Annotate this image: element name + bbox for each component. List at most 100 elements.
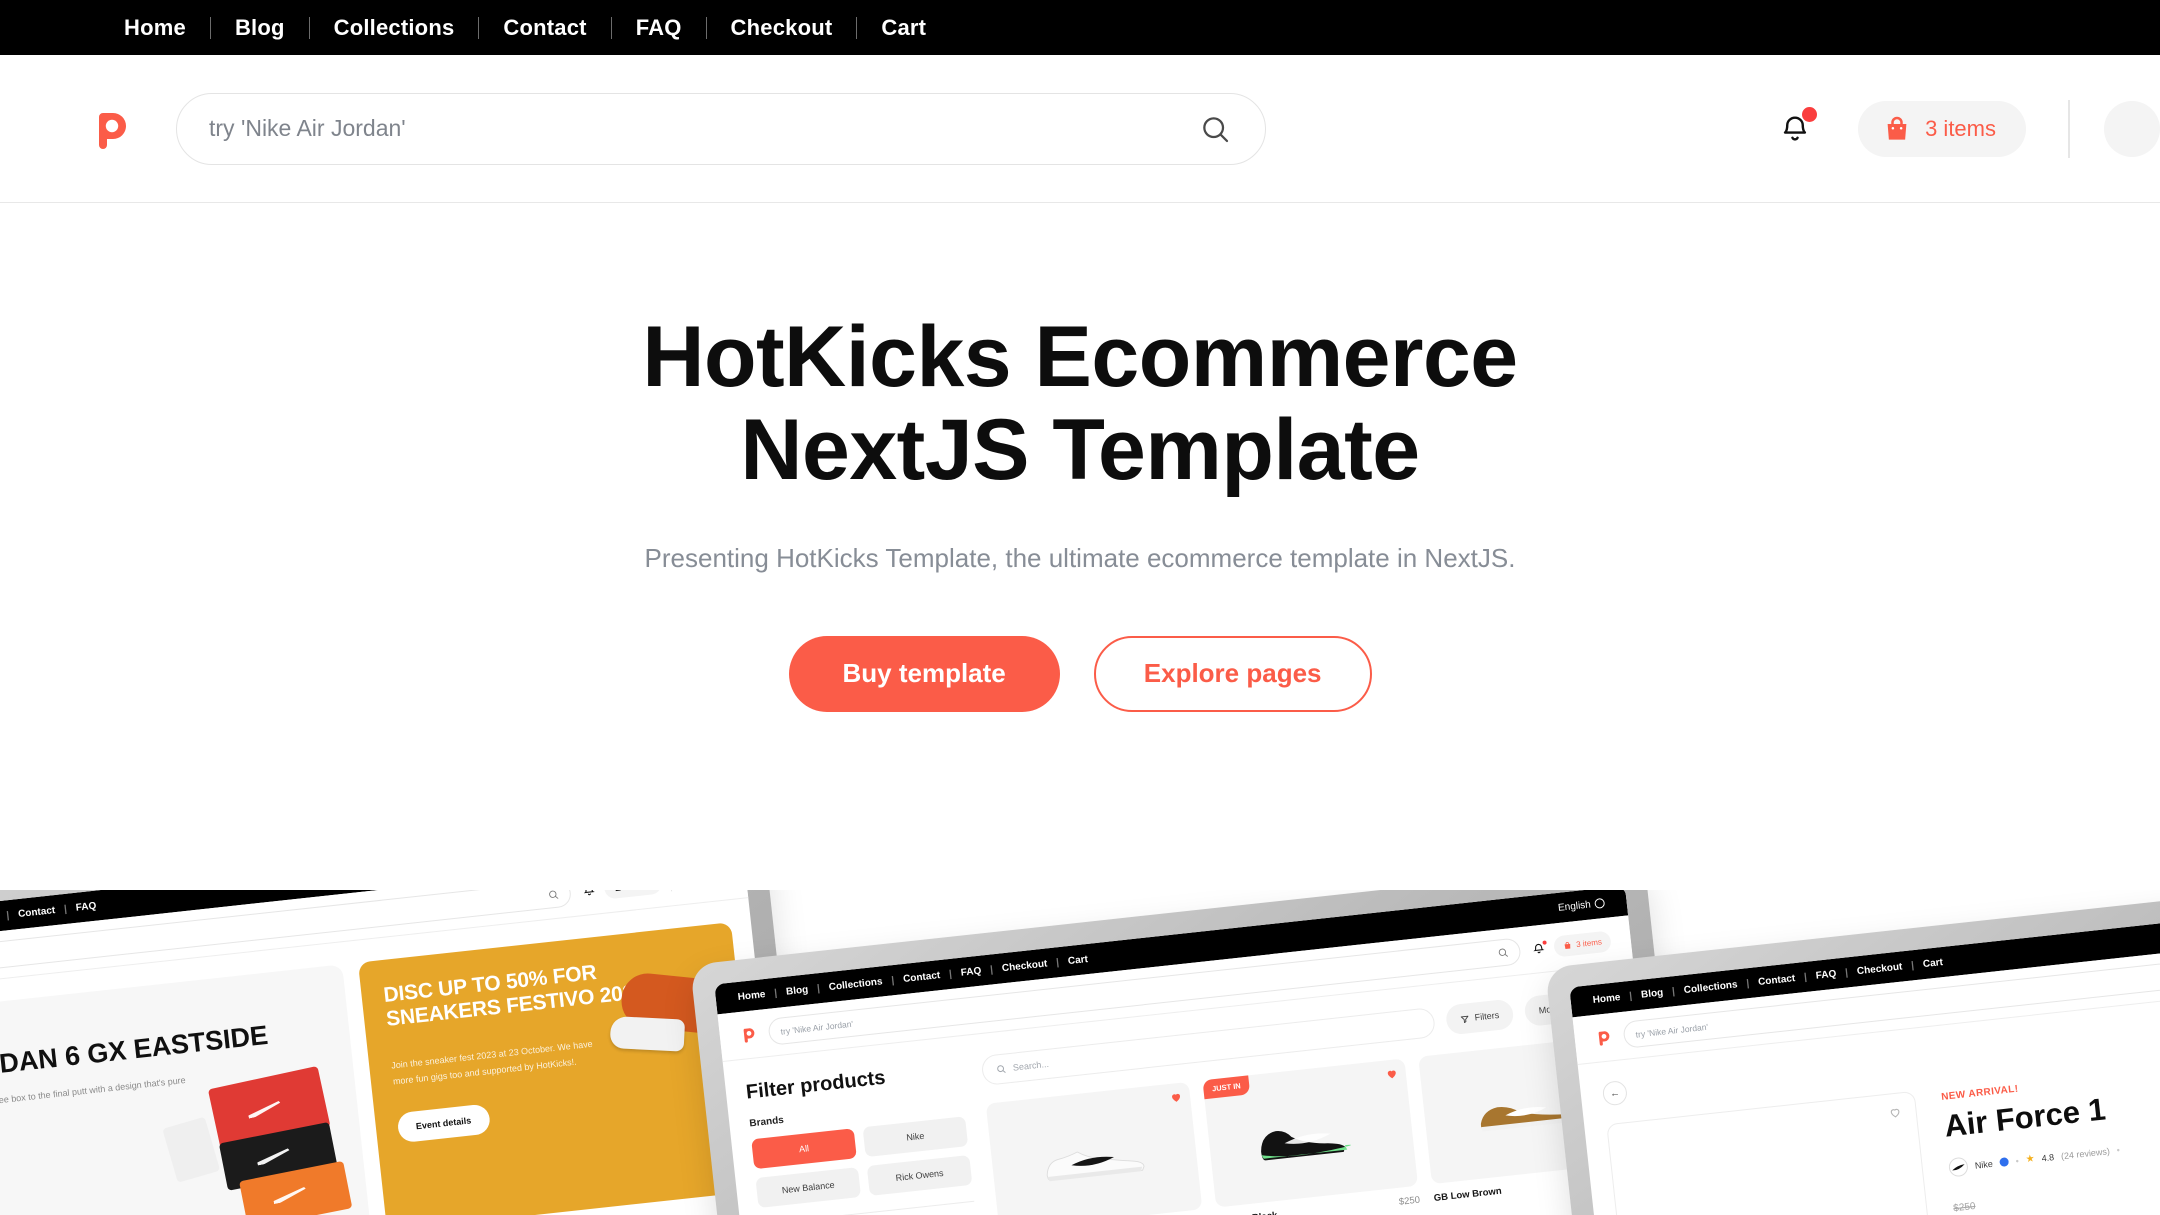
preview2-brand-chips: All Nike New Balance Rick Owens (751, 1116, 973, 1209)
preview1-promo-description: Join the sneaker fest 2023 at 23 October… (390, 1039, 594, 1087)
header-divider (2068, 99, 2070, 158)
hero-title-line-1: HotKicks Ecommerce (642, 309, 1518, 405)
explore-pages-button[interactable]: Explore pages (1093, 635, 1372, 712)
favorite-icon[interactable] (1385, 1066, 1398, 1079)
preview2-filter-title: Filter products (744, 1066, 887, 1104)
top-nav-item-collections[interactable]: Collections (310, 16, 479, 39)
brand-chip-newbalance[interactable]: New Balance (755, 1167, 862, 1209)
preview3-nav-cart[interactable]: Cart (1922, 957, 1943, 970)
preview3-brand-name: Nike (1974, 1158, 1994, 1171)
preview2-filters-button[interactable]: Filters (1445, 998, 1515, 1036)
notifications-button[interactable] (1772, 106, 1818, 152)
preview2-logo-icon (743, 1028, 755, 1043)
preview3-product-layout: NEW ARRIVAL! Air Force 1 Nike • ★ 4.8 (2… (1606, 1030, 2160, 1215)
search-icon[interactable] (1199, 113, 1231, 145)
preview2-notifications-button[interactable] (1532, 939, 1547, 956)
top-navigation-bar: Home Blog Collections Contact FAQ Checkout Car… (0, 0, 2160, 55)
hotkicks-logo-icon[interactable] (88, 107, 132, 151)
preview2-language-selector[interactable]: English (1558, 897, 1606, 913)
product-card[interactable]: JUST IN Lebron Black $250 (1202, 1058, 1421, 1215)
back-button[interactable]: ← (1601, 1079, 1629, 1107)
favorite-icon[interactable] (1169, 1090, 1182, 1103)
preview3-logo-icon (1598, 1031, 1610, 1046)
preview2-nav-blog[interactable]: Blog (785, 984, 808, 997)
preview3-product-image (1606, 1090, 1942, 1215)
cart-item-count: 3 items (1925, 115, 1996, 141)
search-icon (548, 890, 559, 899)
top-nav-item-home[interactable]: Home (100, 16, 210, 39)
preview1-hero-card: NEW ARRIVAL! AIR JORDAN 6 GX EASTSIDE Fe… (0, 964, 372, 1215)
product-price: $250 (1398, 1194, 1421, 1208)
preview1-notifications-button[interactable] (582, 890, 596, 898)
brand-chip-rickowens[interactable]: Rick Owens (866, 1154, 973, 1196)
preview2-nav-faq[interactable]: FAQ (960, 965, 982, 978)
preview3-nav-checkout[interactable]: Checkout (1856, 961, 1902, 977)
search-input[interactable] (209, 115, 1199, 142)
lebron-black-shoe-image (1261, 1130, 1352, 1161)
nike-brand-icon (1947, 1156, 1969, 1178)
verified-badge-icon (1999, 1157, 2010, 1168)
preview2-nav-cart[interactable]: Cart (1067, 954, 1088, 967)
hero-action-buttons: Buy template Explore pages (0, 635, 2160, 712)
notification-badge-dot (1802, 106, 1818, 122)
product-name: Lebron Black (1217, 1210, 1278, 1215)
top-navigation-list: Home Blog Collections Contact FAQ Checkout Car… (100, 0, 950, 55)
brand-chip-all[interactable]: All (751, 1128, 857, 1170)
preview3-nav-blog[interactable]: Blog (1640, 987, 1663, 1000)
preview1-cart-button[interactable]: 3 items (603, 890, 662, 900)
shopping-bag-icon (1887, 116, 1907, 140)
preview3-nav-home[interactable]: Home (1592, 992, 1621, 1006)
preview3-rating: 4.8 (2041, 1151, 2055, 1163)
page-title: HotKicks Ecommerce NextJS Template (0, 311, 2160, 497)
preview2-cart-button[interactable]: 3 items (1553, 930, 1612, 958)
globe-icon (1594, 897, 1606, 909)
top-nav-item-cart[interactable]: Cart (857, 16, 950, 39)
preview3-nav-contact[interactable]: Contact (1758, 973, 1796, 988)
product-name: GB Low Brown (1433, 1185, 1503, 1204)
top-nav-item-blog[interactable]: Blog (211, 16, 309, 39)
top-nav-item-faq[interactable]: FAQ (612, 16, 706, 39)
site-header: 3 items (0, 55, 2160, 203)
hero-subtitle: Presenting HotKicks Template, the ultima… (644, 542, 1516, 573)
air-force-1-shoe-image (1046, 1151, 1145, 1182)
notification-badge-dot (1542, 939, 1547, 945)
preview3-product-info: NEW ARRIVAL! Air Force 1 Nike • ★ 4.8 (2… (1940, 1030, 2160, 1215)
favorite-icon[interactable] (1888, 1105, 1902, 1119)
top-nav-item-contact[interactable]: Contact (479, 16, 610, 39)
shopping-bag-icon (614, 890, 621, 892)
product-card[interactable]: Air Force 1 $250 (985, 1081, 1204, 1215)
air-force-1-large-image (1662, 1197, 1891, 1215)
preview1-nav-faq[interactable]: FAQ (75, 900, 97, 913)
header-actions: 3 items (1772, 55, 2160, 202)
preview1-nav-contact[interactable]: Contact (18, 905, 56, 920)
template-previews-strip: Home| Blog| Collections| Contact| FAQ En… (0, 890, 2160, 1215)
search-icon (1498, 948, 1509, 957)
buy-template-button[interactable]: Buy template (788, 635, 1060, 712)
filter-icon (1461, 1015, 1469, 1023)
just-in-badge: JUST IN (1202, 1075, 1251, 1100)
preview1-promo-card: DISC UP TO 50% FOR SNEAKERS FESTIVO 2023… (357, 922, 760, 1215)
preview3-nav-collections[interactable]: Collections (1683, 979, 1738, 996)
preview2-nav-collections[interactable]: Collections (828, 976, 883, 993)
preview2-filter-panel: Filter products Brands All Nike New Bala… (745, 1059, 982, 1215)
preview3-nav-faq[interactable]: FAQ (1815, 968, 1837, 981)
preview3-reviews: (24 reviews) (2060, 1145, 2111, 1161)
brand-chip-nike[interactable]: Nike (862, 1116, 969, 1158)
preview1-divider (668, 890, 672, 891)
hero-section: HotKicks Ecommerce NextJS Template Prese… (0, 203, 2160, 712)
search-bar[interactable] (176, 92, 1266, 165)
bell-icon (583, 890, 595, 895)
product-image (985, 1081, 1203, 1215)
preview1-event-details-button[interactable]: Event details (396, 1103, 491, 1144)
shopping-bag-icon (1564, 941, 1571, 950)
preview2-header-actions: 3 items (1531, 930, 1612, 959)
preview2-nav-checkout[interactable]: Checkout (1001, 958, 1047, 974)
hero-title-line-2: NextJS Template (740, 401, 1420, 498)
search-icon (997, 1065, 1006, 1073)
preview2-nav-contact[interactable]: Contact (903, 970, 941, 985)
account-avatar[interactable] (2104, 100, 2160, 157)
top-nav-item-checkout[interactable]: Checkout (707, 16, 857, 39)
preview2-nav-home[interactable]: Home (737, 989, 766, 1003)
cart-button[interactable]: 3 items (1858, 100, 2026, 157)
star-icon: ★ (2025, 1153, 2036, 1166)
